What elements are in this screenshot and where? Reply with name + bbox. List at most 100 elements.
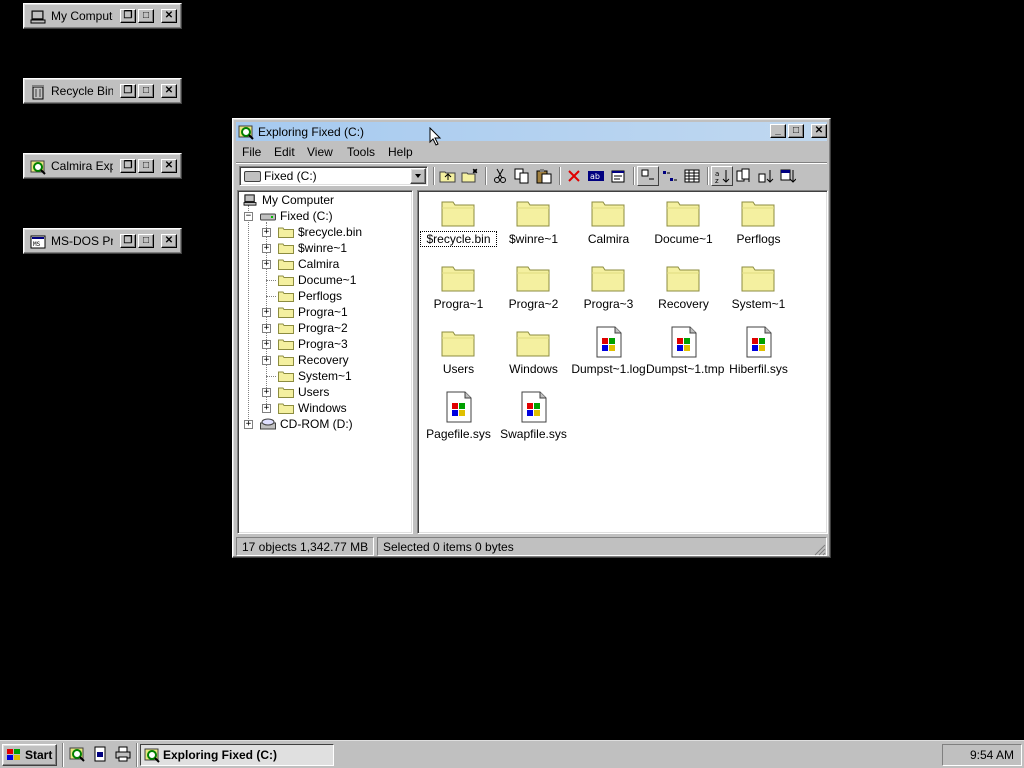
minimized-my-computer[interactable]: My Computer ❐ □ ✕	[23, 3, 182, 29]
expand-icon[interactable]: +	[262, 228, 271, 237]
start-logo-icon	[7, 749, 20, 760]
minimized-label: Recycle Bin	[51, 84, 113, 98]
item-label: Users	[442, 362, 475, 376]
expand-icon[interactable]: +	[262, 308, 271, 317]
new-folder-icon[interactable]	[459, 166, 481, 186]
item-label: System~1	[731, 297, 786, 311]
taskbar-task-explorer[interactable]: Exploring Fixed (C:)	[140, 744, 334, 766]
folder-item[interactable]: Progra~3	[571, 258, 646, 318]
folder-item[interactable]: Perflogs	[721, 193, 796, 253]
drive-select[interactable]: Fixed (C:)	[239, 166, 428, 186]
folder-item[interactable]: Progra~1	[421, 258, 496, 318]
tree-label: Recovery	[298, 353, 349, 367]
close-button[interactable]: ✕	[161, 159, 177, 173]
expand-icon[interactable]: +	[262, 388, 271, 397]
folder-icon	[278, 386, 294, 398]
details-view-icon[interactable]	[681, 166, 703, 186]
cut-icon[interactable]	[489, 166, 511, 186]
expand-icon[interactable]: +	[262, 244, 271, 253]
folder-item[interactable]: $recycle.bin	[420, 193, 497, 253]
expand-icon[interactable]: +	[262, 324, 271, 333]
minimized-recycle-bin[interactable]: Recycle Bin ❐ □ ✕	[23, 78, 182, 104]
sort-by-date-icon[interactable]	[777, 166, 799, 186]
delete-icon[interactable]	[563, 166, 585, 186]
svg-text:z: z	[715, 177, 719, 184]
file-item[interactable]: Swapfile.sys	[496, 388, 571, 448]
start-button[interactable]: Start	[2, 744, 57, 766]
sort-by-size-icon[interactable]	[755, 166, 777, 186]
folder-item[interactable]: Users	[421, 323, 496, 383]
menu-file[interactable]: File	[242, 145, 261, 159]
menu-help[interactable]: Help	[388, 145, 413, 159]
tree-label: Progra~2	[298, 321, 348, 335]
menu-edit[interactable]: Edit	[274, 145, 295, 159]
taskbar-separator	[136, 743, 138, 767]
folder-item[interactable]: Docume~1	[646, 193, 721, 253]
status-selected: Selected 0 items 0 bytes	[383, 540, 514, 554]
expand-icon[interactable]: +	[262, 356, 271, 365]
file-item[interactable]: Dumpst~1.tmp	[646, 323, 724, 383]
maximize-button[interactable]: □	[788, 124, 804, 138]
restore-button[interactable]: ❐	[120, 159, 136, 173]
minimized-label: My Computer	[51, 9, 113, 23]
maximize-button[interactable]: □	[138, 84, 154, 98]
menu-view[interactable]: View	[307, 145, 333, 159]
file-item[interactable]: Dumpst~1.log	[571, 323, 646, 383]
small-icons-view-icon[interactable]	[659, 166, 681, 186]
menu-tools[interactable]: Tools	[347, 145, 375, 159]
quicklaunch-document-icon[interactable]	[89, 744, 111, 764]
tree-line	[266, 280, 276, 281]
folder-item[interactable]: System~1	[721, 258, 796, 318]
expand-icon[interactable]: +	[244, 420, 253, 429]
tree-label: Progra~1	[298, 305, 348, 319]
folder-item[interactable]: Windows	[496, 323, 571, 383]
expand-icon[interactable]: +	[262, 260, 271, 269]
copy-icon[interactable]	[511, 166, 533, 186]
minimized-msdos-prompt[interactable]: MS MS-DOS Prompt ❐ □ ✕	[23, 228, 182, 254]
maximize-button[interactable]: □	[138, 159, 154, 173]
folder-icon	[516, 328, 550, 357]
up-folder-icon[interactable]	[437, 166, 459, 186]
item-label: Windows	[509, 362, 558, 376]
minimize-button[interactable]: _	[770, 124, 786, 138]
paste-icon[interactable]	[533, 166, 555, 186]
item-label: Recovery	[658, 297, 709, 311]
collapse-icon[interactable]: −	[244, 212, 253, 221]
large-icons-view-icon[interactable]	[637, 166, 659, 186]
minimized-calmira-explorer[interactable]: Calmira Explorer ❐ □ ✕	[23, 153, 182, 179]
folder-item[interactable]: $winre~1	[496, 193, 571, 253]
expand-icon[interactable]: +	[262, 340, 271, 349]
file-list[interactable]: $recycle.bin $winre~1 Calmira Docume~1 Perfl…	[417, 190, 828, 534]
close-button[interactable]: ✕	[811, 124, 827, 138]
restore-button[interactable]: ❐	[120, 234, 136, 248]
quicklaunch-printer-icon[interactable]	[112, 744, 134, 764]
file-item[interactable]: Pagefile.sys	[421, 388, 496, 448]
resize-grip-icon[interactable]	[814, 544, 826, 556]
close-button[interactable]: ✕	[161, 9, 177, 23]
quicklaunch-explorer-icon[interactable]	[66, 744, 88, 764]
restore-button[interactable]: ❐	[120, 9, 136, 23]
restore-button[interactable]: ❐	[120, 84, 136, 98]
minimized-label: MS-DOS Prompt	[51, 234, 113, 248]
folder-item[interactable]: Recovery	[646, 258, 721, 318]
folder-tree[interactable]: My Computer − Fixed (C:) + $recycle.bin + $…	[237, 190, 413, 534]
folder-item[interactable]: Calmira	[571, 193, 646, 253]
tree-label: Progra~3	[298, 337, 348, 351]
sort-by-name-icon[interactable]: az	[711, 166, 733, 186]
title-bar[interactable]: Exploring Fixed (C:) _ □ ✕	[236, 122, 827, 141]
clock[interactable]: 9:54 AM	[970, 748, 1014, 762]
file-item[interactable]: Hiberfil.sys	[721, 323, 796, 383]
close-button[interactable]: ✕	[161, 84, 177, 98]
close-button[interactable]: ✕	[161, 234, 177, 248]
maximize-button[interactable]: □	[138, 234, 154, 248]
sort-by-type-icon[interactable]	[733, 166, 755, 186]
folder-item[interactable]: Progra~2	[496, 258, 571, 318]
maximize-button[interactable]: □	[138, 9, 154, 23]
expand-icon[interactable]: +	[262, 404, 271, 413]
dropdown-arrow-icon[interactable]	[410, 168, 426, 184]
task-label: Exploring Fixed (C:)	[163, 748, 277, 762]
tree-label: $winre~1	[298, 241, 348, 255]
properties-icon[interactable]	[607, 166, 629, 186]
minimized-label: Calmira Explorer	[51, 159, 113, 173]
rename-icon[interactable]: ab	[585, 166, 607, 186]
